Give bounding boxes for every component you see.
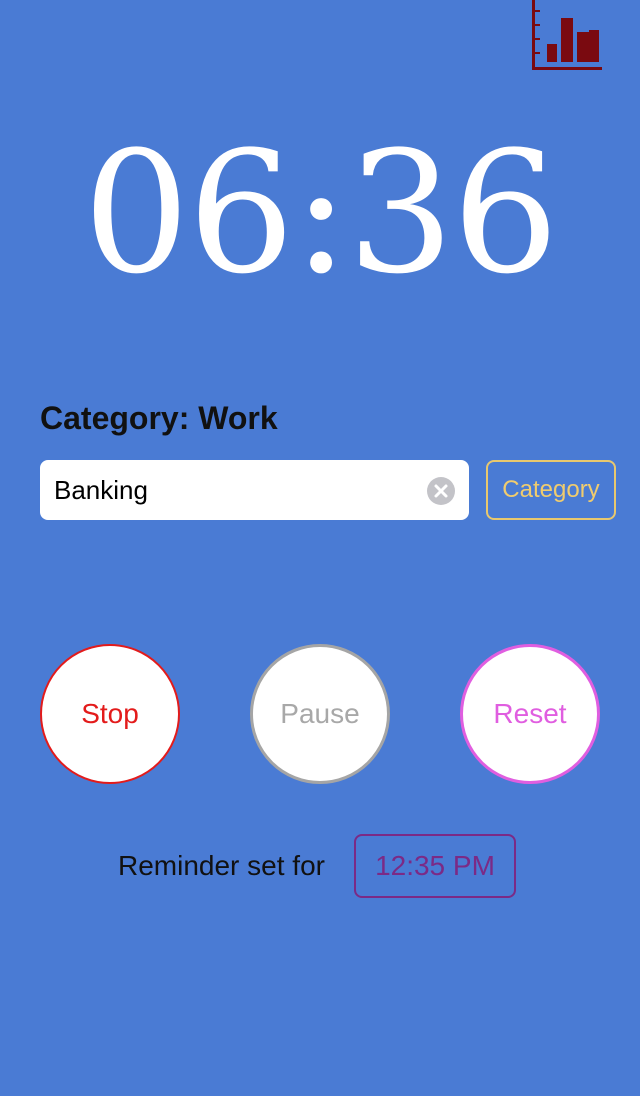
category-title: Category: Work (40, 400, 278, 436)
task-input[interactable] (54, 460, 424, 520)
category-button[interactable]: Category (486, 460, 616, 520)
reminder-label: Reminder set for (118, 850, 325, 881)
stats-button[interactable] (530, 0, 604, 72)
stop-button[interactable]: Stop (40, 644, 180, 784)
timer-display: 06:36 (82, 115, 559, 311)
task-field[interactable] (40, 460, 469, 520)
bar-chart-icon (530, 0, 604, 72)
reminder-time-button[interactable]: 12:35 PM (354, 834, 516, 898)
pause-button[interactable]: Pause (250, 644, 390, 784)
clear-circle-icon[interactable] (427, 477, 455, 505)
reset-button[interactable]: Reset (460, 644, 600, 784)
